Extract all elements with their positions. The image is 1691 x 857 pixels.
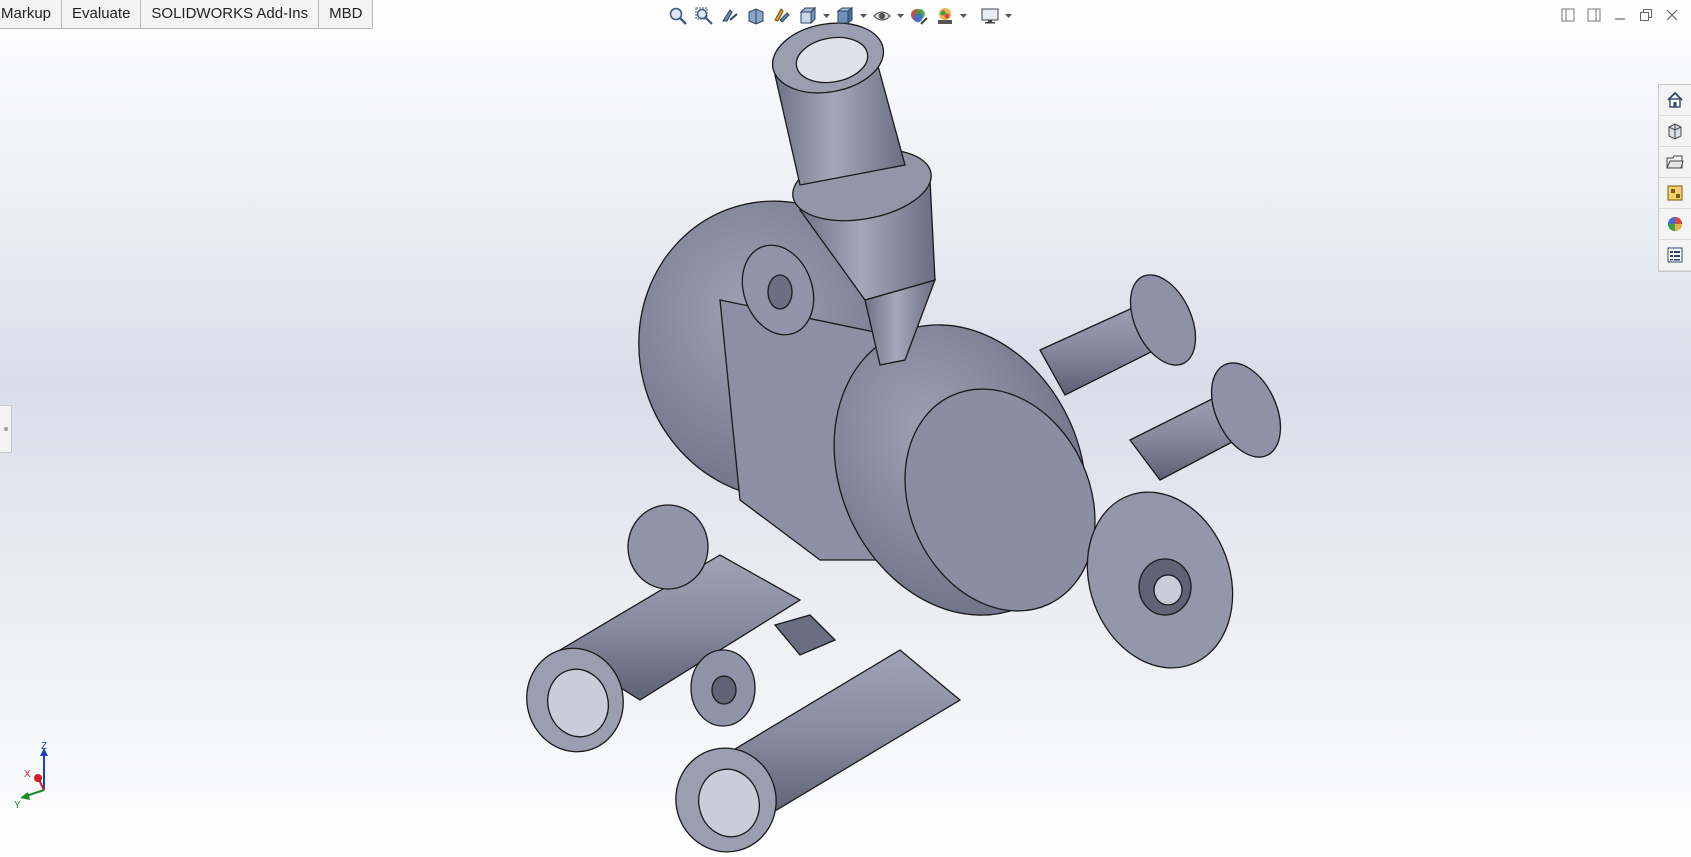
view-orientation-icon[interactable]: [797, 5, 819, 27]
triad-z-label: Z: [41, 741, 47, 752]
section-view-icon[interactable]: [745, 5, 767, 27]
feature-manager-expand-handle[interactable]: [0, 405, 12, 453]
hide-show-items-dropdown-icon[interactable]: [897, 5, 904, 27]
tab-solidworks-add-ins[interactable]: SOLIDWORKS Add-Ins: [141, 0, 320, 29]
dynamic-annotation-view-icon[interactable]: [771, 5, 793, 27]
support-block: [773, 614, 837, 656]
coordinate-triad: Z X Y: [14, 741, 48, 810]
task-pane: [1658, 84, 1691, 272]
handle-dot-icon: [3, 427, 8, 431]
view-settings-dropdown-icon[interactable]: [1005, 5, 1012, 27]
appearances-icon[interactable]: [1659, 209, 1691, 240]
hide-show-items-icon[interactable]: [871, 5, 893, 27]
restore-icon[interactable]: [1637, 6, 1655, 24]
bottom-mid-bore: [711, 675, 737, 705]
zoom-to-area-icon[interactable]: [693, 5, 715, 27]
tab-mbd[interactable]: MBD: [319, 0, 374, 29]
front-hub-bore: [1153, 574, 1183, 606]
design-library-icon[interactable]: [1659, 116, 1691, 147]
tile-right-icon[interactable]: [1585, 6, 1603, 24]
triad-y-label: Y: [14, 800, 21, 810]
home-icon[interactable]: [1659, 85, 1691, 116]
display-style-icon[interactable]: [834, 5, 856, 27]
previous-view-icon[interactable]: [719, 5, 741, 27]
3d-model-viewport[interactable]: [0, 0, 1691, 857]
apply-scene-dropdown-icon[interactable]: [960, 5, 967, 27]
command-manager-tabs: Markup Evaluate SOLIDWORKS Add-Ins MBD: [0, 0, 374, 30]
close-icon[interactable]: [1663, 6, 1681, 24]
side-branch-bore: [767, 274, 793, 310]
window-controls: [1559, 6, 1681, 24]
minimize-icon[interactable]: [1611, 6, 1629, 24]
file-explorer-icon[interactable]: [1659, 147, 1691, 178]
triad-x-label: X: [24, 769, 31, 780]
custom-properties-icon[interactable]: [1659, 240, 1691, 271]
view-palette-icon[interactable]: [1659, 178, 1691, 209]
view-orientation-dropdown-icon[interactable]: [823, 5, 830, 27]
edit-appearance-icon[interactable]: [908, 5, 930, 27]
heads-up-view-toolbar: [667, 4, 1012, 28]
apply-scene-icon[interactable]: [934, 5, 956, 27]
display-style-dropdown-icon[interactable]: [860, 5, 867, 27]
tab-markup[interactable]: Markup: [0, 0, 63, 29]
lower-left-flange: [627, 504, 709, 590]
tile-left-icon[interactable]: [1559, 6, 1577, 24]
tab-evaluate[interactable]: Evaluate: [62, 0, 142, 29]
zoom-to-fit-icon[interactable]: [667, 5, 689, 27]
view-settings-icon[interactable]: [979, 5, 1001, 27]
